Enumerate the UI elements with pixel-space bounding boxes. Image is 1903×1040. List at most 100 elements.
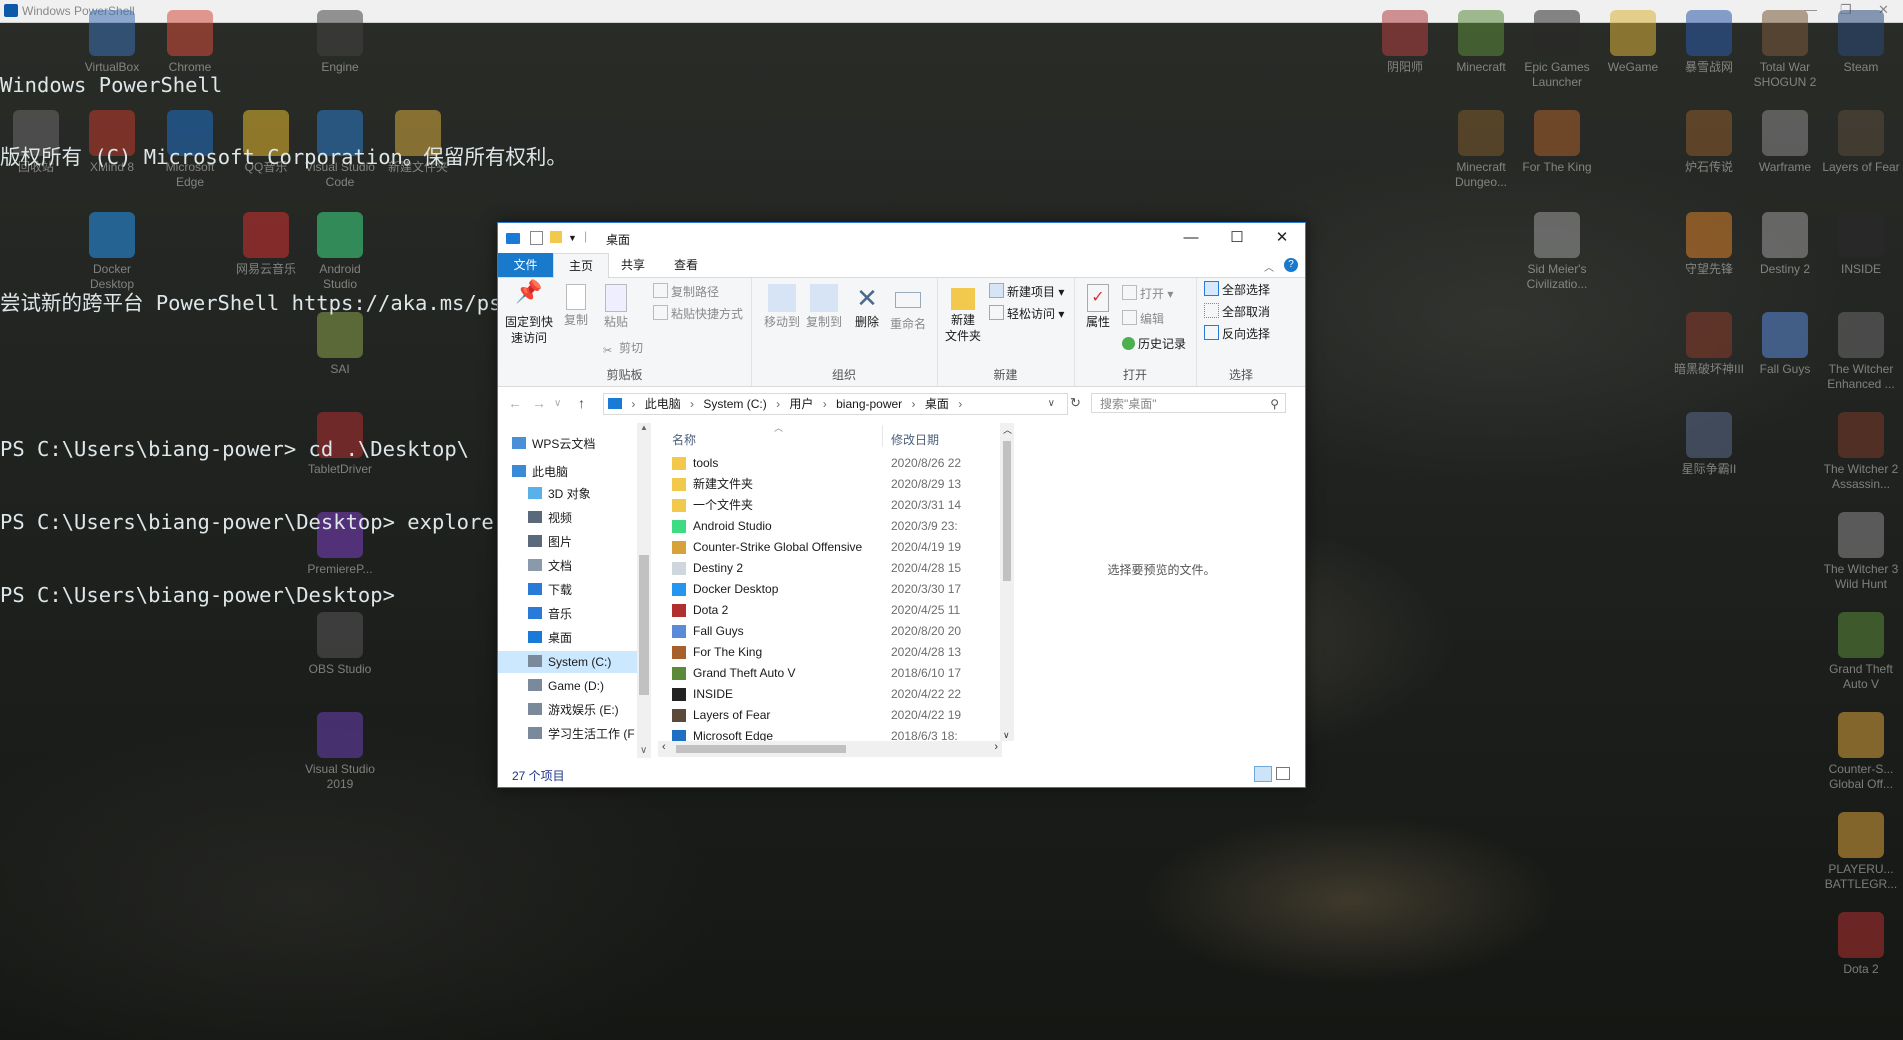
nav-item[interactable]: 图片	[528, 531, 572, 553]
desktop-shortcut[interactable]: 阴阳师	[1366, 10, 1444, 75]
file-row[interactable]: Destiny 2 2020/4/28 15	[658, 558, 1000, 579]
file-row[interactable]: 一个文件夹 2020/3/31 14	[658, 495, 1000, 516]
select-none-button[interactable]: 全部取消	[1204, 303, 1270, 321]
back-icon[interactable]: ←	[508, 395, 522, 411]
scroll-up-icon[interactable]: ▲	[640, 423, 648, 432]
edit-button[interactable]: 编辑	[1122, 310, 1164, 328]
nav-item[interactable]: 游戏娱乐 (E:)	[528, 699, 619, 721]
desktop-shortcut[interactable]: 守望先锋	[1670, 212, 1748, 277]
new-folder-button[interactable]: 新建 文件夹	[943, 284, 983, 344]
file-row[interactable]: Dota 2 2020/4/25 11	[658, 600, 1000, 621]
file-row[interactable]: Layers of Fear 2020/4/22 19	[658, 705, 1000, 726]
collapse-ribbon-icon[interactable]: ︿	[1264, 259, 1274, 274]
desktop-shortcut[interactable]: WeGame	[1594, 10, 1672, 75]
desktop-shortcut[interactable]: Warframe	[1746, 110, 1824, 175]
scrollbar-thumb[interactable]	[639, 555, 649, 695]
scrollbar-thumb[interactable]	[1003, 441, 1011, 581]
desktop-shortcut[interactable]: 暴雪战网	[1670, 10, 1748, 75]
tab-file[interactable]: 文件	[498, 253, 553, 277]
desktop-shortcut[interactable]: Minecraft	[1442, 10, 1520, 75]
properties-quick-icon[interactable]	[530, 231, 543, 245]
large-icons-view-icon[interactable]	[1276, 767, 1290, 780]
nav-item[interactable]: 文档	[528, 555, 572, 577]
desktop-shortcut[interactable]: Counter-S... Global Off...	[1822, 712, 1900, 792]
breadcrumb-users[interactable]: 用户	[789, 397, 813, 411]
file-row[interactable]: Grand Theft Auto V 2018/6/10 17	[658, 663, 1000, 684]
history-button[interactable]: 历史记录	[1122, 335, 1186, 353]
up-icon[interactable]: ↑	[578, 395, 585, 411]
tab-home[interactable]: 主页	[553, 253, 609, 279]
scroll-down-icon[interactable]: ∨	[640, 745, 647, 756]
desktop-shortcut[interactable]: The Witcher 3 Wild Hunt	[1822, 512, 1900, 592]
paste-shortcut-button[interactable]: 粘贴快捷方式	[653, 305, 743, 323]
details-view-icon[interactable]	[1254, 766, 1272, 782]
breadcrumb-c[interactable]: System (C:)	[703, 397, 766, 411]
breadcrumb-user[interactable]: biang-power	[836, 397, 902, 411]
maximize-icon[interactable]: ☐	[1214, 223, 1260, 253]
nav-item[interactable]: 学习生活工作 (F	[528, 723, 635, 745]
search-input[interactable]: 搜索"桌面" ⚲	[1091, 393, 1286, 413]
nav-item[interactable]: WPS云文档	[512, 433, 595, 455]
refresh-icon[interactable]: ↻	[1070, 395, 1081, 411]
desktop-shortcut[interactable]: Steam	[1822, 10, 1900, 75]
rename-button[interactable]: 重命名	[887, 284, 929, 332]
copy-to-button[interactable]: 复制到	[803, 284, 845, 330]
nav-pane-scrollbar[interactable]: ▲ ∨	[637, 423, 651, 758]
select-all-button[interactable]: 全部选择	[1204, 281, 1270, 299]
file-row[interactable]: Counter-Strike Global Offensive 2020/4/19…	[658, 537, 1000, 558]
paste-button[interactable]: 粘贴	[598, 284, 634, 330]
pin-quick-access-button[interactable]: 📌 固定到快 速访问	[504, 281, 554, 346]
open-button[interactable]: 打开 ▾	[1122, 285, 1173, 303]
copy-path-button[interactable]: 复制路径	[653, 283, 719, 301]
file-row[interactable]: INSIDE 2020/4/22 22	[658, 684, 1000, 705]
scroll-right-icon[interactable]: ›	[994, 741, 998, 753]
nav-item[interactable]: 视频	[528, 507, 572, 529]
new-item-button[interactable]: 新建项目 ▾	[989, 283, 1064, 301]
desktop-shortcut[interactable]: Layers of Fear	[1822, 110, 1900, 175]
cut-button[interactable]: ✂ 剪切	[603, 339, 643, 357]
delete-button[interactable]: ✕ 删除	[849, 284, 885, 330]
desktop-shortcut[interactable]: Epic Games Launcher	[1518, 10, 1596, 90]
desktop-shortcut[interactable]: The Witcher 2 Assassin...	[1822, 412, 1900, 492]
desktop-shortcut[interactable]: INSIDE	[1822, 212, 1900, 277]
address-bar[interactable]: › 此电脑 › System (C:) › 用户 › biang-power ›…	[603, 393, 1068, 415]
move-to-button[interactable]: 移动到	[761, 284, 803, 330]
desktop-shortcut[interactable]: 星际争霸II	[1670, 412, 1748, 477]
desktop-shortcut[interactable]: Sid Meier's Civilizatio...	[1518, 212, 1596, 292]
desktop-shortcut[interactable]: 暗黑破坏神III	[1670, 312, 1748, 377]
easy-access-button[interactable]: 轻松访问 ▾	[989, 305, 1064, 323]
scroll-down-icon[interactable]: ∨	[1003, 730, 1010, 741]
desktop-shortcut[interactable]: For The King	[1518, 110, 1596, 175]
nav-item[interactable]: 此电脑	[512, 461, 568, 483]
file-row[interactable]: For The King 2020/4/28 13	[658, 642, 1000, 663]
nav-item[interactable]: 音乐	[528, 603, 572, 625]
desktop-shortcut[interactable]: Minecraft Dungeo...	[1442, 110, 1520, 190]
desktop-shortcut[interactable]: Total War SHOGUN 2	[1746, 10, 1824, 90]
file-row[interactable]: 新建文件夹 2020/8/29 13	[658, 474, 1000, 495]
invert-selection-button[interactable]: 反向选择	[1204, 325, 1270, 343]
desktop-shortcut[interactable]: 炉石传说	[1670, 110, 1748, 175]
copy-button[interactable]: 复制	[558, 284, 594, 328]
forward-icon[interactable]: →	[532, 395, 546, 411]
chevron-down-icon[interactable]: ▼	[568, 233, 582, 247]
desktop-shortcut[interactable]: Grand Theft Auto V	[1822, 612, 1900, 692]
desktop-shortcut[interactable]: Fall Guys	[1746, 312, 1824, 377]
desktop-shortcut[interactable]: The Witcher Enhanced ...	[1822, 312, 1900, 392]
desktop-shortcut[interactable]: Dota 2	[1822, 912, 1900, 977]
new-folder-quick-icon[interactable]	[550, 231, 562, 243]
file-row[interactable]: Android Studio 2020/3/9 23:	[658, 516, 1000, 537]
minimize-icon[interactable]: —	[1168, 223, 1214, 253]
nav-item[interactable]: System (C:)	[498, 651, 637, 673]
close-icon[interactable]: ✕	[1259, 223, 1305, 253]
powershell-console[interactable]: Windows PowerShell 版权所有 (C) Microsoft Co…	[0, 24, 568, 631]
recent-chevron-icon[interactable]: ∨	[554, 398, 561, 409]
help-icon[interactable]: ?	[1284, 258, 1298, 272]
desktop-shortcut[interactable]: Destiny 2	[1746, 212, 1824, 277]
file-row[interactable]: Docker Desktop 2020/3/30 17	[658, 579, 1000, 600]
address-dropdown-icon[interactable]: ∨	[1048, 394, 1055, 414]
file-list-scrollbar[interactable]: ︿ ∨	[1000, 423, 1014, 741]
horizontal-scrollbar[interactable]: ‹ ›	[658, 741, 1002, 757]
scroll-left-icon[interactable]: ‹	[662, 741, 666, 753]
nav-item[interactable]: 3D 对象	[528, 483, 591, 505]
desktop-shortcut[interactable]: PLAYERU... BATTLEGR...	[1822, 812, 1900, 892]
